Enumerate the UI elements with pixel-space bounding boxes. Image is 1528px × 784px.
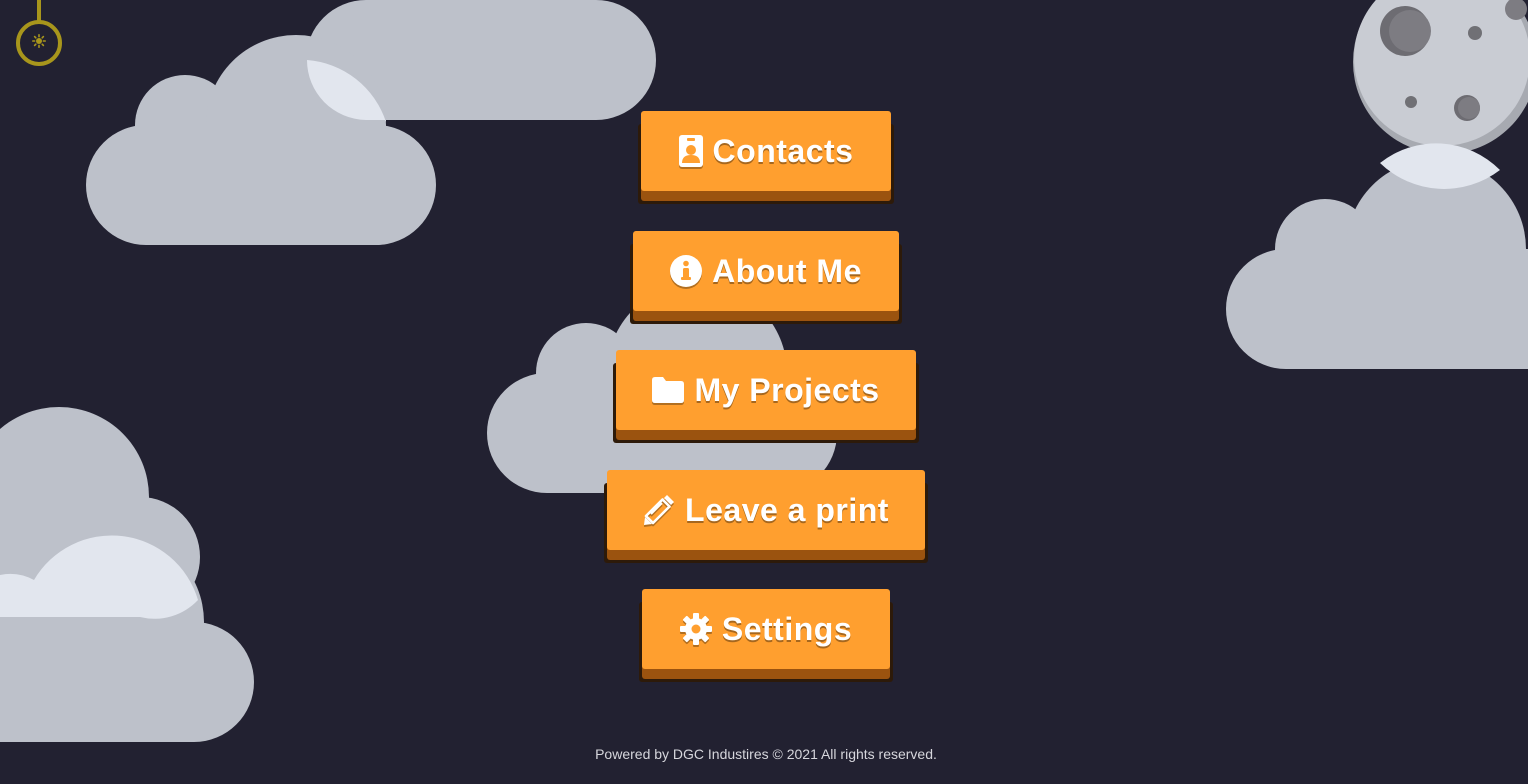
cloud — [1226, 143, 1528, 369]
my-projects-label: My Projects — [694, 371, 880, 408]
info-icon — [670, 255, 703, 287]
theme-toggle-button[interactable] — [16, 20, 62, 66]
settings-label: Settings — [721, 610, 853, 647]
folder-icon — [652, 377, 685, 403]
contacts-button[interactable]: Contacts — [641, 111, 891, 191]
contact-card-icon — [678, 135, 703, 167]
theme-toggle-cord — [37, 0, 41, 22]
contacts-label: Contacts — [712, 132, 854, 169]
leave-a-print-label: Leave a print — [685, 491, 889, 528]
sun-icon — [32, 33, 46, 53]
settings-button[interactable]: Settings — [642, 589, 890, 669]
about-me-label: About Me — [712, 252, 862, 289]
footer-copyright: Powered by DGC Industires © 2021 All rig… — [595, 746, 937, 762]
leave-a-print-button[interactable]: Leave a print — [607, 470, 925, 550]
about-me-button[interactable]: About Me — [633, 231, 899, 311]
my-projects-button[interactable]: My Projects — [616, 350, 916, 430]
moon — [1353, 0, 1528, 154]
pencil-icon — [643, 494, 675, 526]
gear-icon — [679, 613, 712, 645]
